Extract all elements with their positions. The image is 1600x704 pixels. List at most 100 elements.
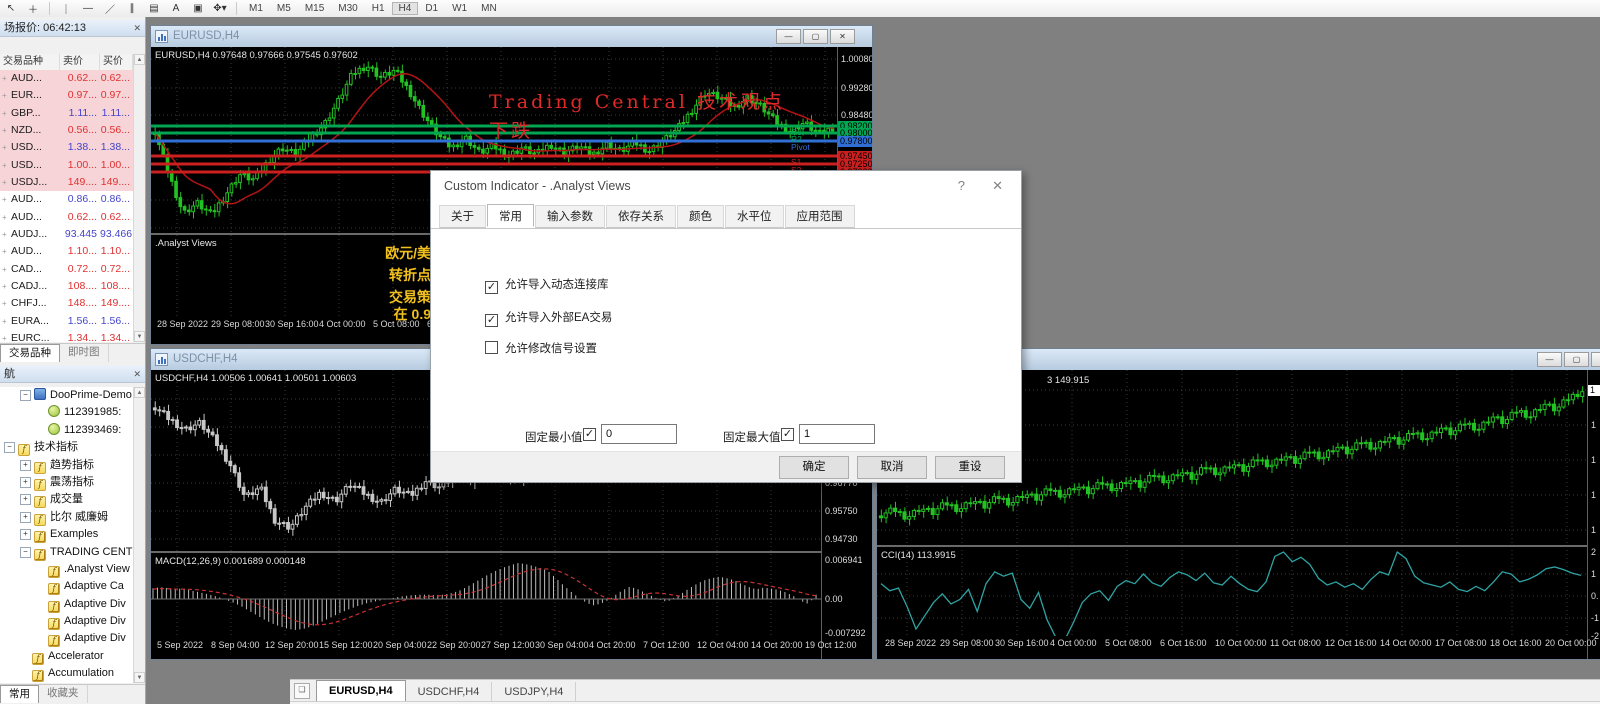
cancel-button[interactable]: 取消 — [857, 456, 927, 479]
market-watch-header[interactable]: 交易品种卖价买价 — [0, 54, 133, 71]
market-watch-scrollbar[interactable]: ▲ ▼ — [133, 54, 144, 342]
fibonacci-icon[interactable]: ▤ — [143, 3, 165, 14]
timeframe-w1-button[interactable]: W1 — [445, 3, 474, 14]
symbol-row[interactable]: GBP...1.11...1.11... — [0, 105, 133, 122]
expand-icon[interactable]: + — [20, 512, 31, 523]
close-button[interactable]: ✕ — [1591, 352, 1600, 367]
close-icon[interactable]: ✕ — [992, 178, 1003, 194]
vertical-line-icon[interactable]: ｜ — [55, 1, 77, 16]
timeframe-m5-button[interactable]: M5 — [270, 3, 298, 14]
timeframe-m15-button[interactable]: M15 — [298, 3, 331, 14]
restore-window-icon[interactable]: ❏ — [294, 683, 310, 699]
collapse-icon[interactable]: − — [20, 547, 31, 558]
timeframe-h4-button[interactable]: H4 — [392, 2, 419, 15]
scroll-down-icon[interactable]: ▼ — [134, 331, 145, 342]
symbol-row[interactable]: AUD...0.62...0.62... — [0, 70, 133, 87]
expand-icon[interactable]: + — [20, 460, 31, 471]
cursor-icon[interactable]: ↖ — [0, 3, 22, 14]
expand-icon[interactable]: + — [20, 529, 31, 540]
symbol-row[interactable]: AUDJ...93.44593.466 — [0, 226, 133, 243]
tree-item[interactable]: −DooPrime-Demo — [0, 387, 133, 404]
close-icon[interactable]: ✕ — [133, 366, 141, 383]
scroll-down-icon[interactable]: ▼ — [134, 672, 145, 683]
checkbox-checked[interactable]: ✓ — [485, 281, 498, 294]
tree-item[interactable]: 112393469: — [0, 422, 133, 439]
minimize-button[interactable]: — — [776, 29, 801, 44]
tree-item[interactable]: +f成交量 — [0, 491, 133, 508]
symbol-row[interactable]: CHFJ...148....149.... — [0, 295, 133, 312]
symbol-row[interactable]: CAD...0.72...0.72... — [0, 261, 133, 278]
column-header[interactable]: 买价 — [100, 54, 133, 70]
timeframe-m30-button[interactable]: M30 — [331, 3, 364, 14]
collapse-icon[interactable]: − — [4, 442, 15, 453]
text-icon[interactable]: A — [165, 3, 187, 14]
navigator-tab-0[interactable]: 常用 — [0, 685, 39, 703]
symbol-row[interactable]: CADJ...108....108.... — [0, 278, 133, 295]
tree-item[interactable]: +fExamples — [0, 526, 133, 543]
reset-button[interactable]: 重设 — [935, 456, 1005, 479]
navigator-titlebar[interactable]: 航 ✕ — [0, 366, 145, 383]
equidistant-channel-icon[interactable]: ∥ — [121, 3, 143, 14]
fixed-minimum-input[interactable] — [601, 424, 677, 444]
dialog-tab-4[interactable]: 颜色 — [677, 205, 724, 228]
dialog-tab-5[interactable]: 水平位 — [725, 205, 784, 228]
symbol-row[interactable]: AUD...1.10...1.10... — [0, 243, 133, 260]
tree-item[interactable]: fAccumulation — [0, 665, 133, 682]
crosshair-icon[interactable]: ＋ — [22, 1, 44, 16]
navigator-tab-1[interactable]: 收藏夹 — [39, 685, 88, 703]
fixed-maximum-checkbox[interactable]: ✓ — [781, 428, 794, 441]
price-scale[interactable]: 1111210.-1-21 — [1587, 370, 1600, 659]
help-icon[interactable]: ? — [958, 178, 965, 193]
tree-item[interactable]: fAdaptive Ca — [0, 578, 133, 595]
symbol-row[interactable]: NZD...0.56...0.56... — [0, 122, 133, 139]
scroll-up-icon[interactable]: ▲ — [134, 54, 145, 65]
timeframe-m1-button[interactable]: M1 — [242, 3, 270, 14]
market-watch-tab-1[interactable]: 即时图 — [60, 344, 109, 362]
timeframe-mn-button[interactable]: MN — [474, 3, 504, 14]
tree-item[interactable]: f.Analyst View — [0, 561, 133, 578]
text-label-icon[interactable]: ▣ — [187, 3, 209, 14]
chart-tab-eurusd-h4[interactable]: EURUSD,H4 — [316, 680, 406, 702]
tree-item[interactable]: fAdaptive Div — [0, 613, 133, 630]
symbol-row[interactable]: EURA...1.56...1.56... — [0, 313, 133, 330]
column-header[interactable]: 卖价 — [60, 54, 100, 70]
tree-item[interactable]: fAdaptive Div — [0, 596, 133, 613]
tree-item[interactable]: 112391985: — [0, 404, 133, 421]
timeframe-h1-button[interactable]: H1 — [365, 3, 392, 14]
symbol-row[interactable]: EURC...1.34...1.34... — [0, 330, 133, 342]
checkbox-checked[interactable]: ✓ — [485, 314, 498, 327]
restore-button[interactable]: ▢ — [1564, 352, 1589, 367]
ok-button[interactable]: 确定 — [779, 456, 849, 479]
navigator-scrollbar[interactable]: ▲ ▼ — [133, 387, 144, 683]
expand-icon[interactable]: + — [20, 494, 31, 505]
symbol-row[interactable]: EUR...0.97...0.97... — [0, 87, 133, 104]
tree-item[interactable]: fAccelerator — [0, 648, 133, 665]
column-header[interactable]: 交易品种 — [0, 54, 60, 70]
tree-item[interactable]: fAdaptive Div — [0, 630, 133, 647]
chart-tab-usdjpy-h4[interactable]: USDJPY,H4 — [492, 682, 576, 702]
dialog-tab-0[interactable]: 关于 — [439, 205, 486, 228]
restore-button[interactable]: ▢ — [803, 29, 828, 44]
chart-tab-usdchf-h4[interactable]: USDCHF,H4 — [406, 682, 493, 702]
dialog-tab-3[interactable]: 依存关系 — [606, 205, 676, 228]
symbol-row[interactable]: AUD...0.86...0.86... — [0, 191, 133, 208]
tree-item[interactable]: +f趋势指标 — [0, 457, 133, 474]
symbol-row[interactable]: AUD...0.62...0.62... — [0, 209, 133, 226]
arrows-icon[interactable]: ✥▾ — [209, 3, 231, 14]
symbol-row[interactable]: USDJ...149....149.... — [0, 174, 133, 191]
expand-icon[interactable]: + — [20, 477, 31, 488]
tree-item[interactable]: +f震荡指标 — [0, 474, 133, 491]
dialog-tab-1[interactable]: 常用 — [487, 204, 534, 227]
market-watch-titlebar[interactable]: 场报价: 06:42:13 ✕ — [0, 20, 145, 37]
dialog-tab-6[interactable]: 应用范围 — [785, 205, 855, 228]
horizontal-line-icon[interactable]: — — [77, 3, 99, 14]
market-watch-tab-0[interactable]: 交易品种 — [0, 344, 60, 362]
symbol-row[interactable]: USD...1.38...1.38... — [0, 139, 133, 156]
timeframe-d1-button[interactable]: D1 — [418, 3, 445, 14]
tree-item[interactable]: −fTRADING CENTI — [0, 544, 133, 561]
fixed-minimum-checkbox[interactable]: ✓ — [583, 428, 596, 441]
tree-item[interactable]: −f技术指标 — [0, 439, 133, 456]
fixed-maximum-input[interactable] — [799, 424, 875, 444]
navigator-tree[interactable]: −DooPrime-Demo112391985:112393469:−f技术指标… — [0, 387, 133, 683]
scroll-up-icon[interactable]: ▲ — [134, 387, 145, 398]
